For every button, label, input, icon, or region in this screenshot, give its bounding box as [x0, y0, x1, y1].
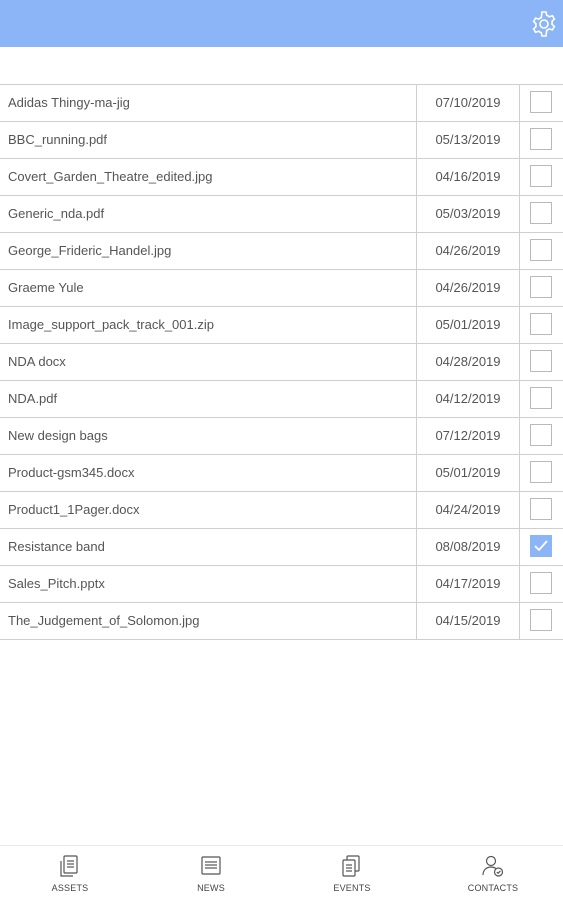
select-checkbox[interactable] — [530, 498, 552, 520]
table-row[interactable]: Sales_Pitch.pptx 04/17/2019 — [0, 566, 563, 603]
news-icon — [201, 856, 221, 875]
table-row[interactable]: Product1_1Pager.docx 04/24/2019 — [0, 492, 563, 529]
file-date: 04/26/2019 — [416, 270, 520, 306]
app-header — [0, 0, 563, 47]
nav-events[interactable]: EVENTS — [282, 846, 422, 901]
checkbox-cell — [520, 196, 563, 232]
file-date: 07/12/2019 — [416, 418, 520, 454]
table-row[interactable]: BBC_running.pdf 05/13/2019 — [0, 122, 563, 159]
nav-label-events: EVENTS — [333, 883, 371, 893]
select-checkbox[interactable] — [530, 202, 552, 224]
nav-news[interactable]: NEWS — [141, 846, 281, 901]
select-checkbox[interactable] — [530, 387, 552, 409]
nav-label-contacts: CONTACTS — [467, 883, 519, 893]
file-table: Adidas Thingy-ma-jig 07/10/2019 BBC_runnin… — [0, 84, 563, 640]
file-name: Product-gsm345.docx — [8, 465, 135, 480]
checkbox-cell — [520, 492, 563, 528]
checkbox-cell — [520, 418, 563, 454]
file-date: 05/03/2019 — [416, 196, 520, 232]
file-name: NDA.pdf — [8, 391, 58, 406]
table-row[interactable]: NDA.pdf 04/12/2019 — [0, 381, 563, 418]
table-row[interactable]: NDA docx 04/28/2019 — [0, 344, 563, 381]
select-checkbox[interactable] — [530, 350, 552, 372]
select-checkbox[interactable] — [530, 313, 552, 335]
table-row[interactable]: Covert_Garden_Theatre_edited.jpg 04/16/20… — [0, 159, 563, 196]
file-name: Product1_1Pager.docx — [8, 502, 140, 517]
file-date: 05/01/2019 — [416, 307, 520, 343]
file-date: 05/01/2019 — [416, 455, 520, 491]
file-date: 07/10/2019 — [416, 85, 520, 121]
file-date: 04/24/2019 — [416, 492, 520, 528]
file-date: 04/28/2019 — [416, 344, 520, 380]
file-name: Image_support_pack_track_001.zip — [8, 317, 214, 332]
nav-assets[interactable]: ASSETS — [0, 846, 140, 901]
select-checkbox[interactable] — [530, 276, 552, 298]
nav-contacts[interactable]: CONTACTS — [423, 846, 563, 901]
contacts-icon — [482, 855, 504, 877]
select-checkbox[interactable] — [530, 535, 552, 557]
gear-icon[interactable] — [529, 9, 559, 39]
checkbox-cell — [520, 529, 563, 565]
file-name: Adidas Thingy-ma-jig — [8, 95, 130, 110]
table-row[interactable]: New design bags 07/12/2019 — [0, 418, 563, 455]
checkbox-cell — [520, 455, 563, 491]
select-checkbox[interactable] — [530, 165, 552, 187]
checkbox-cell — [520, 603, 563, 639]
file-name: The_Judgement_of_Solomon.jpg — [8, 613, 200, 628]
select-checkbox[interactable] — [530, 461, 552, 483]
checkbox-cell — [520, 122, 563, 158]
checkbox-cell — [520, 270, 563, 306]
file-name: Sales_Pitch.pptx — [8, 576, 105, 591]
checkbox-cell — [520, 233, 563, 269]
file-date: 04/12/2019 — [416, 381, 520, 417]
assets-icon — [60, 855, 78, 877]
file-date: 05/13/2019 — [416, 122, 520, 158]
nav-label-news: NEWS — [197, 883, 225, 893]
checkbox-cell — [520, 159, 563, 195]
table-row[interactable]: Image_support_pack_track_001.zip 05/01/20… — [0, 307, 563, 344]
select-checkbox[interactable] — [530, 424, 552, 446]
file-name: Covert_Garden_Theatre_edited.jpg — [8, 169, 213, 184]
table-row[interactable]: Graeme Yule 04/26/2019 — [0, 270, 563, 307]
file-name: George_Frideric_Handel.jpg — [8, 243, 172, 258]
select-checkbox[interactable] — [530, 128, 552, 150]
table-row[interactable]: Resistance band 08/08/2019 — [0, 529, 563, 566]
file-name: New design bags — [8, 428, 108, 443]
events-icon — [342, 855, 360, 877]
bottom-navigation: ASSETS NEWS EVENTS CONTACTS — [0, 845, 563, 901]
file-date: 04/26/2019 — [416, 233, 520, 269]
table-row[interactable]: Product-gsm345.docx 05/01/2019 — [0, 455, 563, 492]
nav-label-assets: ASSETS — [51, 883, 89, 893]
file-name: BBC_running.pdf — [8, 132, 108, 147]
file-name: Graeme Yule — [8, 280, 84, 295]
select-checkbox[interactable] — [530, 239, 552, 261]
file-date: 04/15/2019 — [416, 603, 520, 639]
select-checkbox[interactable] — [530, 91, 552, 113]
file-name: NDA docx — [8, 354, 66, 369]
table-row[interactable]: The_Judgement_of_Solomon.jpg 04/15/2019 — [0, 603, 563, 640]
file-date: 08/08/2019 — [416, 529, 520, 565]
file-name: Generic_nda.pdf — [8, 206, 105, 221]
checkbox-cell — [520, 381, 563, 417]
checkbox-cell — [520, 85, 563, 121]
checkbox-cell — [520, 344, 563, 380]
select-checkbox[interactable] — [530, 609, 552, 631]
checkbox-cell — [520, 566, 563, 602]
checkmark-icon — [534, 540, 548, 552]
table-row[interactable]: Adidas Thingy-ma-jig 07/10/2019 — [0, 85, 563, 122]
table-row[interactable]: Generic_nda.pdf 05/03/2019 — [0, 196, 563, 233]
file-date: 04/17/2019 — [416, 566, 520, 602]
select-checkbox[interactable] — [530, 572, 552, 594]
checkbox-cell — [520, 307, 563, 343]
table-row[interactable]: George_Frideric_Handel.jpg 04/26/2019 — [0, 233, 563, 270]
file-name: Resistance band — [8, 539, 105, 554]
file-date: 04/16/2019 — [416, 159, 520, 195]
